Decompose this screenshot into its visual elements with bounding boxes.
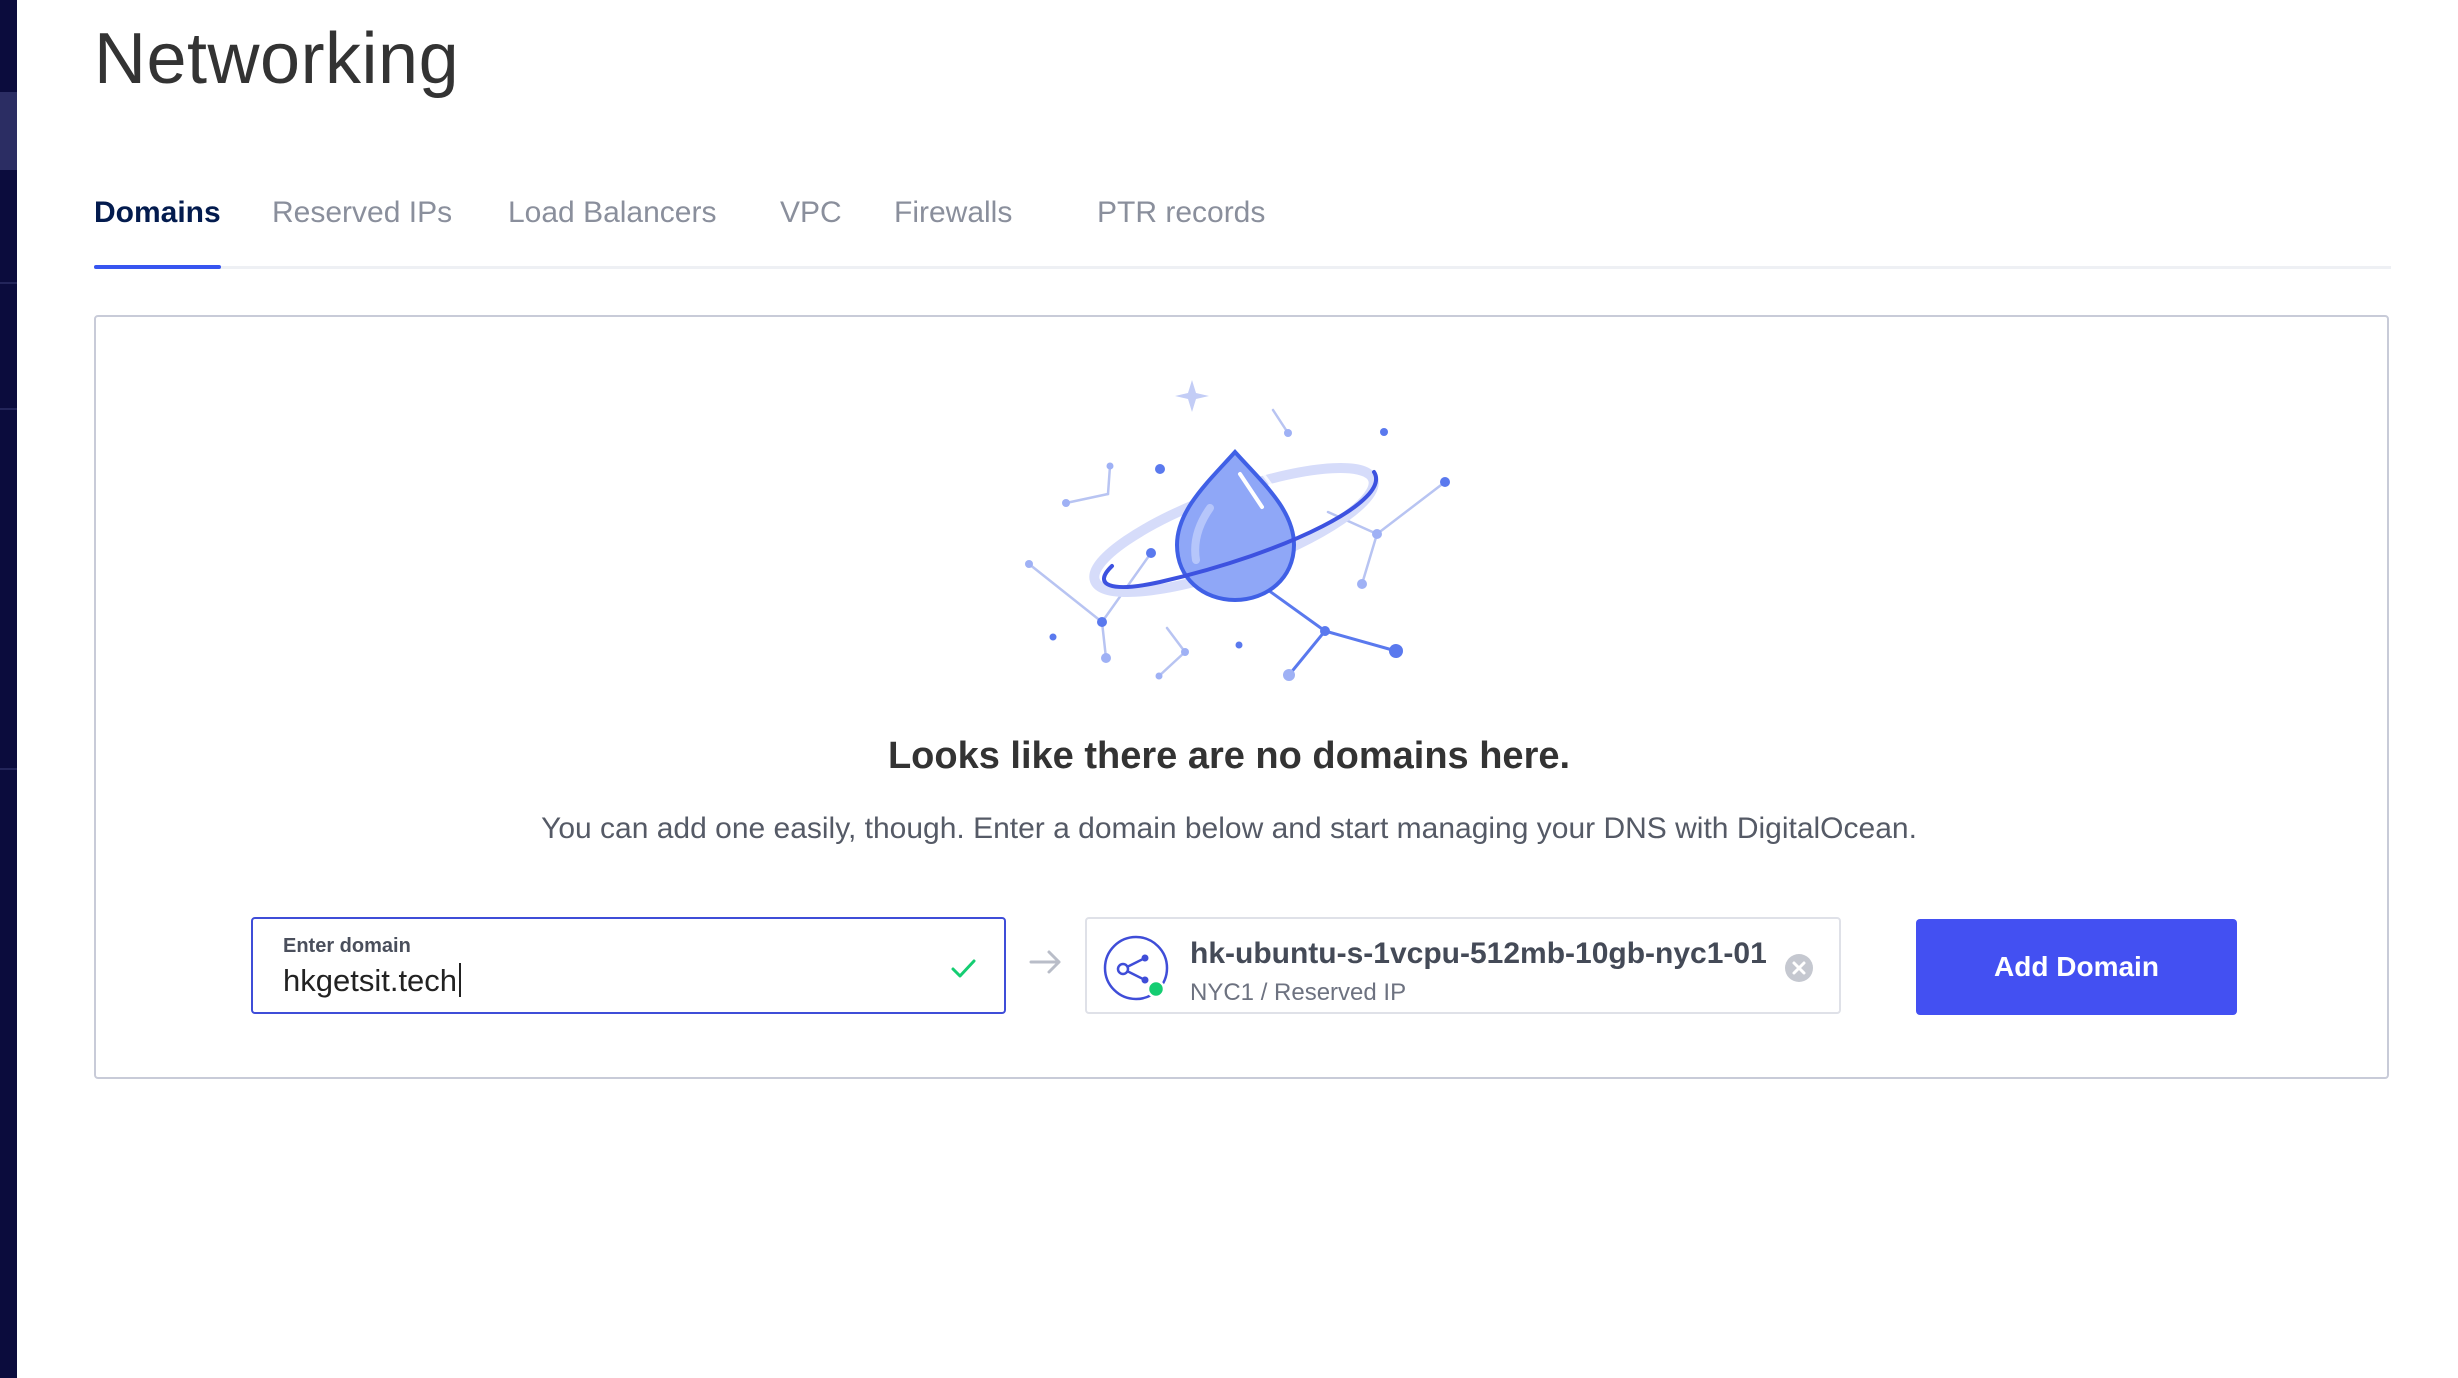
resource-name: hk-ubuntu-s-1vcpu-512mb-10gb-nyc1-01 xyxy=(1190,937,1767,970)
text-caret xyxy=(459,963,462,997)
domain-input-value: hkgetsit.tech xyxy=(283,963,458,998)
empty-state-heading: Looks like there are no domains here. xyxy=(887,735,1571,777)
domain-input-label: Enter domain xyxy=(283,935,411,957)
tab-ptr-records[interactable]: PTR records xyxy=(1097,192,1265,266)
tab-domains[interactable]: Domains xyxy=(94,192,221,269)
sidebar-divider xyxy=(0,408,17,410)
empty-state-subtext: You can add one easily, though. Enter a … xyxy=(541,812,1917,845)
status-dot xyxy=(1146,979,1166,999)
add-domain-button[interactable]: Add Domain xyxy=(1916,919,2237,1015)
tab-bar: Domains Reserved IPs Load Balancers VPC … xyxy=(94,192,2391,269)
tab-firewalls[interactable]: Firewalls xyxy=(894,192,1012,266)
arrow-right-icon xyxy=(1029,950,1061,974)
check-icon xyxy=(951,959,976,978)
tab-vpc[interactable]: VPC xyxy=(780,192,842,266)
reserved-ip-icon xyxy=(1103,935,1169,1001)
clear-circle-icon[interactable] xyxy=(1783,952,1815,984)
tab-reserved-ips[interactable]: Reserved IPs xyxy=(272,192,452,266)
planet-droplet-icon xyxy=(1025,380,1450,681)
resource-meta: NYC1 / Reserved IP xyxy=(1190,979,1407,1006)
domain-input[interactable]: Enter domain hkgetsit.tech xyxy=(251,917,1006,1014)
resource-selector[interactable]: hk-ubuntu-s-1vcpu-512mb-10gb-nyc1-01 NYC… xyxy=(1085,917,1841,1014)
sidebar-strip xyxy=(0,0,17,1378)
tab-load-balancers[interactable]: Load Balancers xyxy=(508,192,716,266)
page-title: Networking xyxy=(94,19,460,99)
sidebar-active-marker xyxy=(0,92,17,170)
sidebar-divider xyxy=(0,282,17,284)
